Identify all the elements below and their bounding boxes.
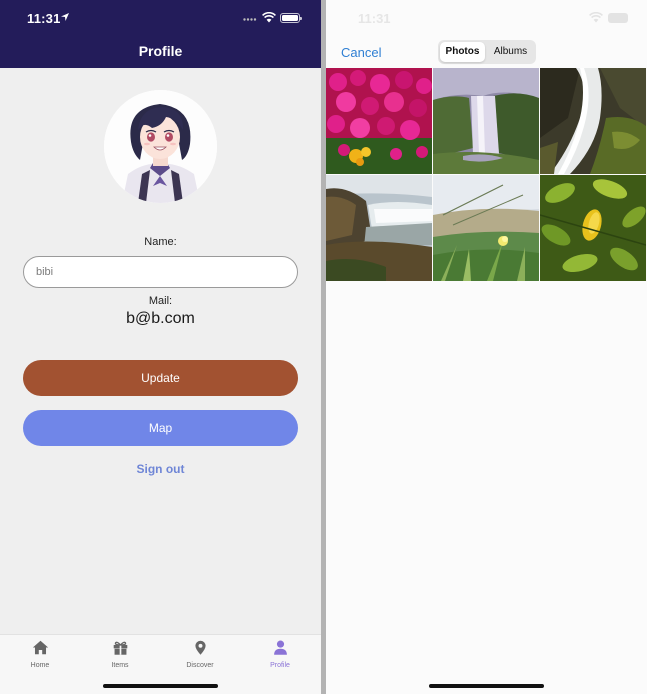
map-pin-icon [194,640,206,655]
photo-thumbnail-green-leaves[interactable] [540,175,646,281]
profile-screen: 11:31 Profile Name: bibi Mail: b@b.com U… [0,0,321,694]
person-icon [273,640,287,655]
photo-thumbnail-waterfall-cliff[interactable] [326,175,432,281]
tab-home-label: Home [30,662,50,669]
photo-thumbnail-waterfall-valley[interactable] [433,68,539,174]
signal-icon [243,18,257,21]
page-title: Profile [138,43,183,59]
battery-icon [280,13,302,23]
profile-header: 11:31 Profile [0,0,321,68]
wifi-icon [589,12,603,23]
home-indicator [429,684,544,688]
photo-picker-screen: 11:31 Cancel Photos Albums [326,0,647,694]
segment-albums[interactable]: Albums [487,42,534,62]
sign-out-link[interactable]: Sign out [0,462,321,476]
photo-thumbnail-waterfall-rocks[interactable] [540,68,646,174]
battery-icon [608,13,628,23]
gift-icon [113,641,127,655]
status-bar: 11:31 [0,0,321,36]
tab-home[interactable]: Home [10,639,70,673]
home-indicator [103,684,218,688]
avatar-illustration [104,90,217,203]
tab-items-label: Items [111,662,129,669]
tab-profile[interactable]: Profile [250,639,310,673]
tab-discover-label: Discover [186,662,214,669]
update-button[interactable]: Update [23,360,298,396]
map-button[interactable]: Map [23,410,298,446]
name-input[interactable] [23,256,298,288]
mail-value: b@b.com [126,310,195,327]
name-label: Name: [144,236,177,248]
tab-profile-label: Profile [270,662,290,669]
photo-thumbnail-grass-closeup[interactable] [433,175,539,281]
status-bar: 11:31 [326,0,647,36]
mail-label: Mail: [148,295,173,307]
location-arrow-icon [61,13,69,21]
status-time: 11:31 [27,11,61,26]
tab-discover[interactable]: Discover [170,639,230,673]
photos-albums-segmented-control: Photos Albums [438,40,536,64]
tab-items[interactable]: Items [90,639,150,673]
wifi-icon [262,12,276,23]
photo-thumbnail-pink-flowers[interactable] [326,68,432,174]
segment-photos[interactable]: Photos [440,42,485,62]
avatar[interactable] [104,90,217,203]
cancel-button[interactable]: Cancel [341,45,381,60]
home-icon [32,640,48,655]
status-time: 11:31 [358,11,391,26]
